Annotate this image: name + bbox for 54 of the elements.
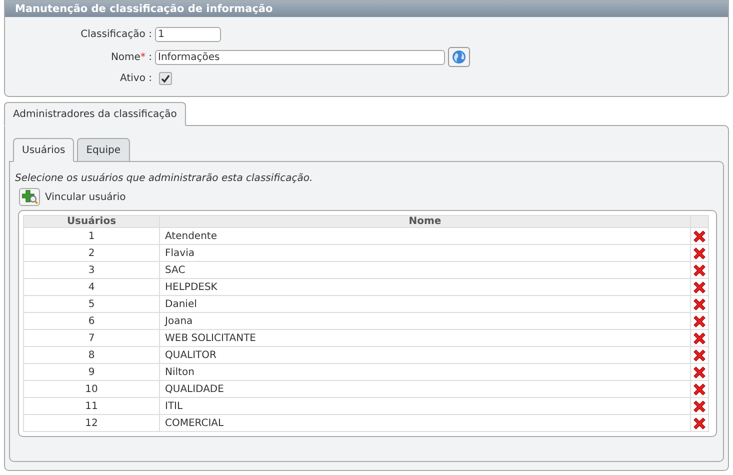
- table-cell: QUALITOR: [160, 346, 690, 364]
- field-label: Classificação :: [80, 29, 153, 40]
- table-cell: Atendente: [160, 228, 690, 244]
- add-user-button[interactable]: [19, 188, 40, 206]
- panel-title: Manutenção de classificação de informação: [5, 1, 728, 17]
- delete-icon[interactable]: [693, 246, 706, 260]
- table-cell: 8: [24, 346, 160, 364]
- table-cell: 7: [24, 330, 160, 346]
- table-cell: 3: [24, 262, 160, 278]
- delete-icon[interactable]: [693, 264, 706, 276]
- field-label: Nome* :: [110, 52, 153, 62]
- table-cell: 11: [24, 398, 160, 414]
- table-cell: 5: [24, 296, 160, 312]
- table-cell: Joana: [160, 312, 690, 330]
- tab[interactable]: Equipe: [77, 138, 130, 162]
- table-cell: COMERCIAL: [160, 414, 690, 432]
- table-cell: 10: [24, 380, 160, 398]
- table-cell: HELPDESK: [160, 278, 690, 296]
- delete-icon[interactable]: [693, 332, 706, 344]
- tab[interactable]: Usuários: [13, 138, 74, 162]
- delete-icon[interactable]: [693, 416, 706, 430]
- add-user-label[interactable]: Vincular usuário: [45, 192, 126, 202]
- delete-icon[interactable]: [693, 382, 706, 396]
- field-label: Ativo :: [119, 73, 153, 84]
- globe-button[interactable]: [448, 47, 470, 67]
- table-cell: 12: [24, 414, 160, 432]
- column-header: Nome: [160, 216, 690, 228]
- table-cell: Nilton: [160, 364, 690, 380]
- table-cell: 4: [24, 278, 160, 296]
- add-icon: [22, 190, 38, 204]
- table-cell: 9: [24, 364, 160, 380]
- table-cell: 1: [24, 228, 160, 244]
- table-cell: WEB SOLICITANTE: [160, 330, 690, 346]
- column-header: Usuários: [24, 216, 160, 228]
- delete-icon[interactable]: [693, 230, 706, 242]
- checkbox[interactable]: [159, 72, 172, 85]
- table-cell: Daniel: [160, 296, 690, 312]
- table-cell: 6: [24, 312, 160, 330]
- globe-icon: [452, 50, 466, 64]
- delete-icon[interactable]: [693, 348, 706, 362]
- table-cell: QUALIDADE: [160, 380, 690, 398]
- delete-icon[interactable]: [693, 314, 706, 328]
- delete-icon[interactable]: [693, 400, 706, 412]
- table-cell: ITIL: [160, 398, 690, 414]
- delete-icon[interactable]: [693, 280, 706, 294]
- tab[interactable]: Administradores da classificação: [4, 102, 186, 126]
- text-field[interactable]: 1: [155, 27, 221, 42]
- table-cell: 2: [24, 244, 160, 262]
- text-field[interactable]: Informações: [155, 50, 445, 64]
- table-cell: Flavia: [160, 244, 690, 262]
- delete-icon[interactable]: [693, 366, 706, 378]
- instructions-text: Selecione os usuários que administrarão esta classificação.: [15, 173, 314, 184]
- delete-icon[interactable]: [693, 298, 706, 310]
- table-cell: SAC: [160, 262, 690, 278]
